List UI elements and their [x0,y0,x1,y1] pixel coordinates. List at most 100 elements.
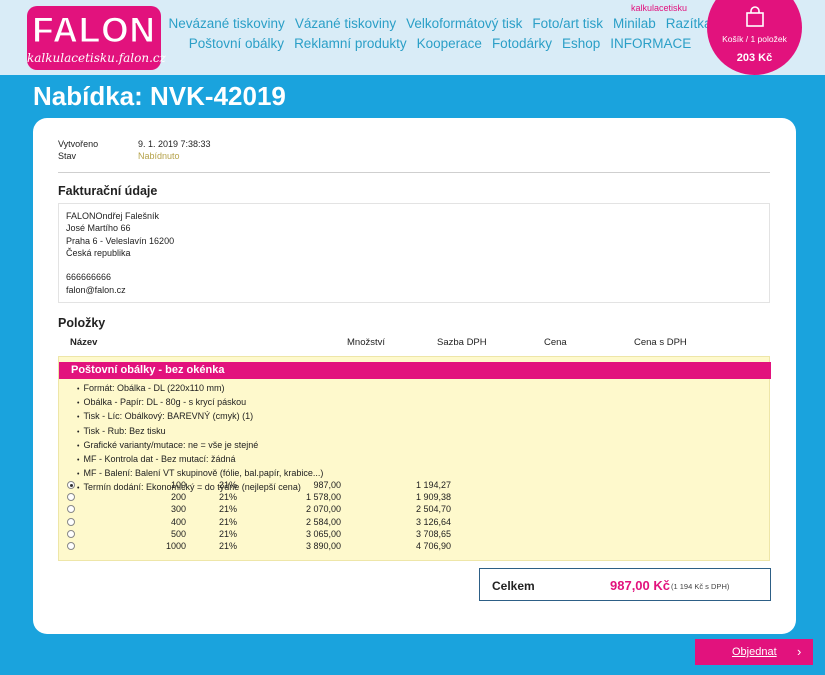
option-price: 3 890,00 [305,540,341,551]
nav-item-foto-art[interactable]: Foto/art tisk [532,14,603,34]
option-qty: 100 [170,480,186,490]
option-price: 987,00 [313,480,341,490]
billing-line: 666666666 [66,272,112,283]
col-price-vat: Cena s DPH [634,337,687,348]
option-price-vat: 3 126,64 [415,516,451,527]
quantity-radio[interactable] [67,493,75,502]
option-qty: 200 [170,492,186,503]
site-header: FALON kalkulacetisku.falon.cz Nevázané t… [0,0,825,75]
quantity-radio[interactable] [67,481,75,489]
items-title: Položky [58,316,106,330]
option-price-vat: 1 909,38 [415,492,451,503]
logo-wordmark: FALON [32,11,156,50]
option-price-vat: 4 706,90 [415,540,451,551]
nav-item-minilab[interactable]: Minilab [613,14,656,34]
option-qty: 500 [170,528,186,539]
svg-text:FALON: FALON [32,11,156,49]
option-vat: 21% [219,516,238,527]
billing-address: FALONOndřej Falešník José Martího 66 Pra… [58,203,770,303]
billing-line [66,259,762,271]
billing-line: falon@falon.cz [66,284,126,295]
falon-logo[interactable]: FALON kalkulacetisku.falon.cz [27,6,166,70]
spec-line: Tisk - Líc: Obálkový: BAREVNÝ (cmyk) (1) [77,410,323,424]
spec-line: Formát: Obálka - DL (220x110 mm) [77,382,323,396]
nav-item-vazane[interactable]: Vázané tiskoviny [295,14,396,34]
nav-item-reklamni[interactable]: Reklamní produkty [294,34,407,54]
site-label[interactable]: kalkulacetisku [631,3,687,13]
order-button[interactable]: Objednat › [695,639,813,665]
option-price: 2 070,00 [305,504,341,515]
nav-row-1: Nevázané tiskoviny Vázané tiskoviny Velk… [169,14,712,34]
total-box: Celkem 987,00 Kč (1 194 Kč s DPH) [479,568,771,601]
col-vat-rate: Sazba DPH [437,337,487,348]
spec-line: Tisk - Rub: Bez tisku [77,425,323,439]
offer-card: Vytvořeno 9. 1. 2019 7:38:33 Stav Nabídn… [33,118,796,634]
items-table-header: Název Množství Sazba DPH Cena Cena s DPH [58,335,770,351]
quantity-option[interactable]: 400 21% 2 584,00 3 126,64 [59,516,771,528]
cart-price: 203 Kč [736,52,773,64]
shopping-bag-icon [746,6,764,27]
state-label: Stav [58,151,77,161]
state-value: Nabídnuto [138,151,180,161]
quantity-option[interactable]: 200 21% 1 578,00 1 909,38 [59,491,771,503]
cart-count: Košík / 1 položek [722,34,787,44]
nav-item-eshop[interactable]: Eshop [562,34,600,54]
quantity-option[interactable]: 1000 21% 3 890,00 4 706,90 [59,540,771,552]
option-price: 3 065,00 [305,528,341,539]
nav-item-velkoformatovy[interactable]: Velkoformátový tisk [406,14,522,34]
option-vat: 21% [219,504,238,515]
option-price: 1 578,00 [305,492,341,503]
nav-item-postovni-obalky[interactable]: Poštovní obálky [189,34,284,54]
quantity-radio[interactable] [67,505,75,514]
option-vat: 21% [219,528,238,539]
billing-line: Praha 6 - Veleslavín 16200 [66,235,175,246]
item-box: Poštovní obálky - bez okénka Formát: Obá… [58,356,771,561]
col-name: Název [70,337,98,348]
created-label: Vytvořeno [58,139,99,149]
billing-line: Česká republika [66,247,131,258]
chevron-right-icon: › [797,644,802,659]
total-amount: 987,00 Kč [610,578,670,593]
nav-item-kooperace[interactable]: Kooperace [417,34,482,54]
quantity-radio[interactable] [67,529,75,538]
nav-row-2: Poštovní obálky Reklamní produkty Kooper… [180,34,700,54]
nav-item-nevazane[interactable]: Nevázané tiskoviny [169,14,285,34]
option-qty: 400 [170,516,186,527]
option-price-vat: 2 504,70 [415,504,451,515]
item-product-name: Poštovní obálky - bez okénka [59,362,771,379]
col-price: Cena [544,337,567,348]
option-vat: 21% [219,540,238,551]
option-qty: 300 [170,504,186,515]
total-label: Celkem [492,579,535,593]
nav-item-fotodarky[interactable]: Fotodárky [492,34,552,54]
main-nav: Nevázané tiskoviny Vázané tiskoviny Velk… [169,14,712,54]
option-vat: 21% [219,480,238,490]
spec-line: Grafické varianty/mutace: ne = vše je st… [77,439,323,453]
option-price: 2 584,00 [305,516,341,527]
quantity-options: 100 21% 987,00 1 194,27 200 21% 1 578,00… [59,479,771,552]
total-with-vat: (1 194 Kč s DPH) [671,582,730,591]
nav-item-razitka[interactable]: Razítka [666,14,712,34]
quantity-option[interactable]: 100 21% 987,00 1 194,27 [59,479,771,491]
col-quantity: Množství [347,337,386,348]
spec-line: Obálka - Papír: DL - 80g - s krycí pásko… [77,396,323,410]
option-price-vat: 1 194,27 [415,480,451,490]
billing-title: Fakturační údaje [58,184,158,198]
billing-line: José Martího 66 [66,223,131,234]
divider [58,172,770,173]
quantity-radio[interactable] [67,517,75,526]
option-vat: 21% [219,492,238,503]
created-value: 9. 1. 2019 7:38:33 [138,139,211,149]
spec-line: MF - Kontrola dat - Bez mutací: žádná [77,453,323,467]
option-qty: 1000 [165,540,186,551]
page-title: Nabídka: NVK-42019 [33,81,286,111]
quantity-radio[interactable] [67,541,75,550]
cart-button[interactable]: Košík / 1 položek 203 Kč [707,0,802,75]
quantity-option[interactable]: 500 21% 3 065,00 3 708,65 [59,528,771,540]
logo-url: kalkulacetisku.falon.cz [27,51,166,65]
option-price-vat: 3 708,65 [415,528,451,539]
quantity-option[interactable]: 300 21% 2 070,00 2 504,70 [59,503,771,515]
billing-line: FALONOndřej Falešník [66,211,160,221]
nav-item-informace[interactable]: INFORMACE [610,34,691,54]
order-button-label: Objednat [732,646,777,658]
